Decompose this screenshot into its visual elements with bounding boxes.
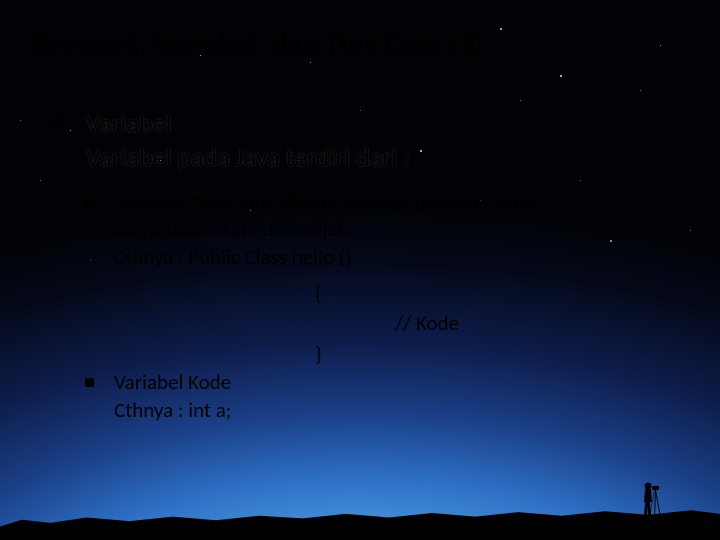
diamond-bullet-icon: ❖ (48, 111, 68, 137)
sub-bullet-text: Variabel Class yang dikenal sebagai prop… (114, 189, 534, 272)
sub-bullet-list: Variabel Class yang dikenal sebagai prop… (85, 189, 690, 425)
sub-bullet-line: merupakan state dari objek (114, 216, 534, 244)
code-open-brace: { (315, 278, 690, 308)
slide-content: Keyword, Variabel, dan Tipe Data (3) ❖ V… (0, 0, 720, 540)
main-bullet-text: Variabel Variabel pada Java terdiri dari… (86, 107, 410, 175)
square-bullet-icon (85, 198, 94, 207)
main-bullet-heading: Variabel (86, 107, 410, 141)
sub-bullet-item: Variabel Class yang dikenal sebagai prop… (85, 189, 690, 272)
sub-bullet-line: Cthnya : int a; (114, 397, 231, 425)
main-bullet-desc: Variabel pada Java terdiri dari : (86, 141, 410, 175)
code-comment: // Kode (395, 308, 690, 338)
sub-bullet-line: Variabel Class yang dikenal sebagai prop… (114, 189, 534, 217)
sub-bullet-item: Variabel Kode Cthnya : int a; (85, 369, 690, 424)
main-bullet: ❖ Variabel Variabel pada Java terdiri da… (48, 107, 690, 175)
sub-bullet-text: Variabel Kode Cthnya : int a; (114, 369, 231, 424)
sub-bullet-line: Cthnya : Public Class hello () (114, 244, 534, 272)
sub-bullet-line: Variabel Kode (114, 369, 231, 397)
code-close-brace: } (315, 339, 690, 369)
code-block: { // Kode } (315, 278, 690, 369)
slide-title: Keyword, Variabel, dan Tipe Data (3) (30, 26, 690, 63)
square-bullet-icon (85, 378, 94, 387)
